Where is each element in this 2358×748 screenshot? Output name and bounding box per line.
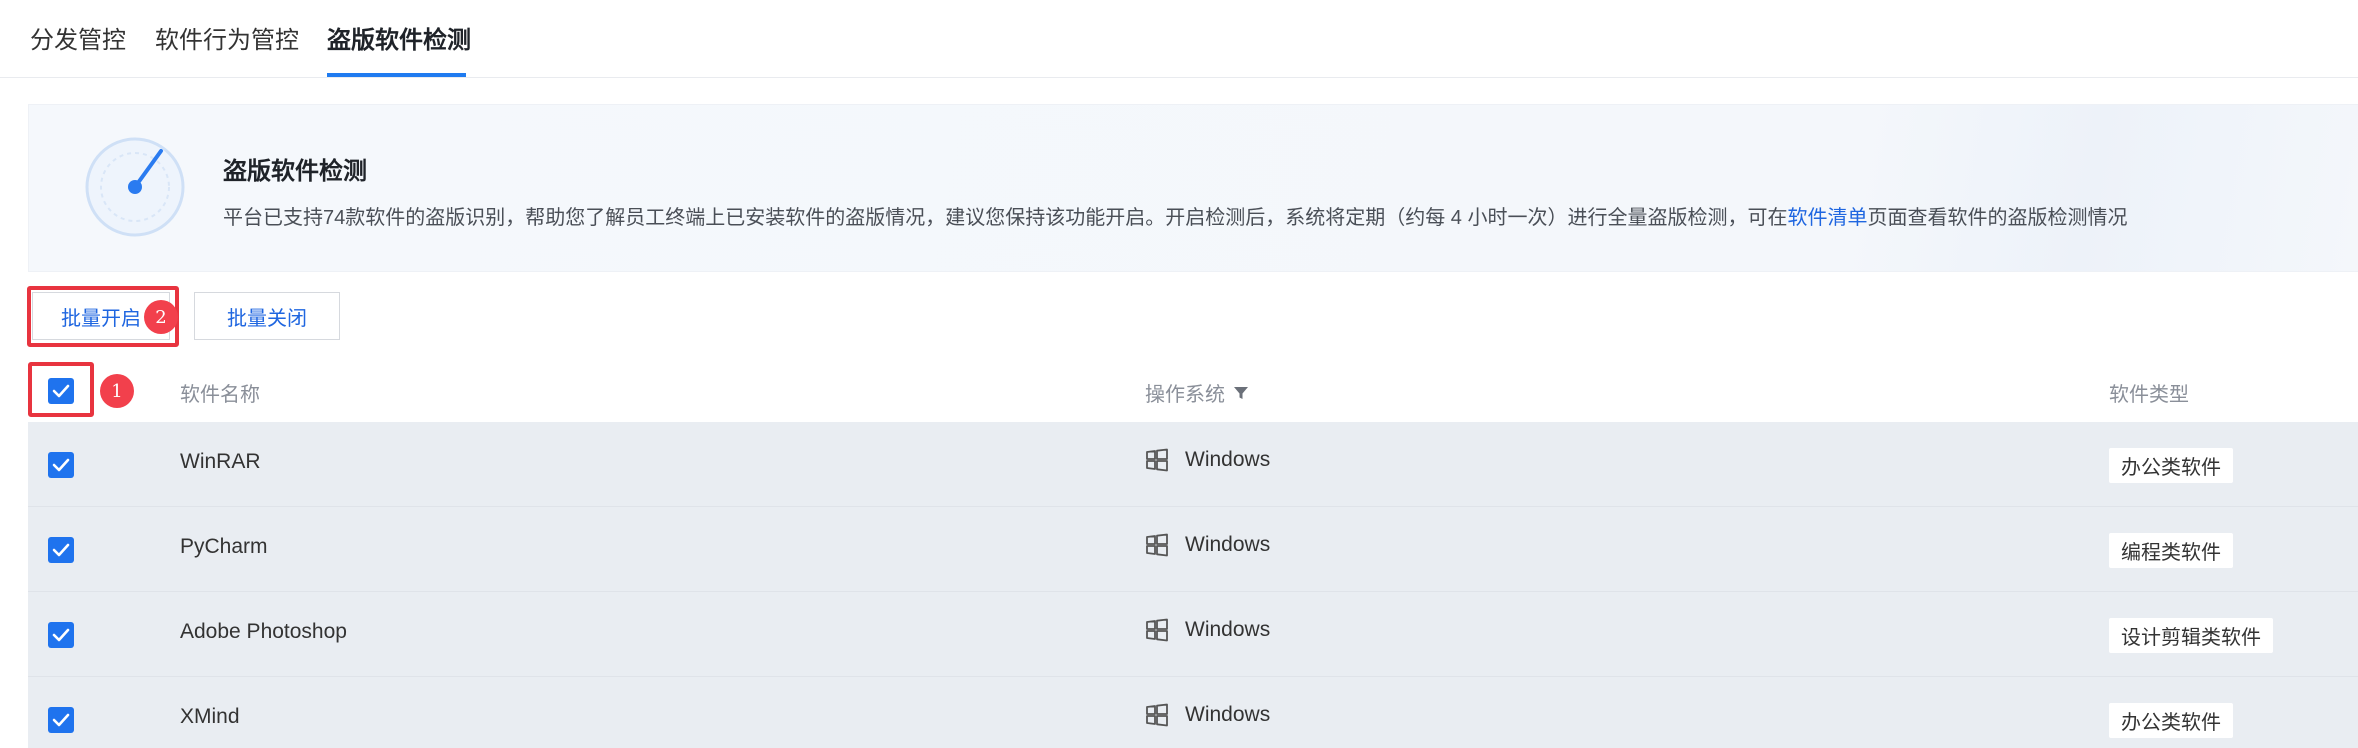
banner-description: 平台已支持74款软件的盗版识别，帮助您了解员工终端上已安装软件的盗版情况，建议您… — [223, 201, 2127, 230]
column-header-os: 操作系统 — [1145, 378, 1249, 407]
table-row[interactable]: XMind Windows 办公类软件 — [28, 677, 2358, 748]
filter-icon[interactable] — [1233, 385, 1249, 401]
tab-bar: 分发管控 软件行为管控 盗版软件检测 — [0, 0, 2358, 78]
os-name: Windows — [1185, 533, 1271, 556]
os-name: Windows — [1185, 703, 1271, 726]
windows-icon — [1146, 533, 1168, 557]
row-checkbox[interactable] — [48, 452, 74, 478]
batch-disable-button[interactable]: 批量关闭 — [194, 292, 340, 340]
row-checkbox[interactable] — [48, 707, 74, 733]
software-type-tag: 设计剪辑类软件 — [2109, 618, 2273, 653]
tab-software-behavior-control[interactable]: 软件行为管控 — [155, 20, 299, 55]
software-name: XMind — [180, 705, 240, 728]
software-name: PyCharm — [180, 535, 268, 558]
software-list-link[interactable]: 软件清单 — [1787, 207, 1867, 229]
banner-desc-tail: 页面查看软件的盗版检测情况 — [1867, 207, 2128, 229]
gauge-icon — [85, 137, 185, 237]
os-cell: Windows — [1145, 618, 1270, 642]
os-name: Windows — [1185, 448, 1271, 471]
column-header-os-label: 操作系统 — [1145, 384, 1225, 406]
os-cell: Windows — [1145, 533, 1270, 557]
table-header: 软件名称 操作系统 软件类型 — [28, 364, 2358, 422]
table-row[interactable]: Adobe Photoshop Windows 设计剪辑类软件 — [28, 592, 2358, 677]
step-1-marker: 1 — [100, 374, 134, 408]
windows-icon — [1146, 703, 1168, 727]
check-icon — [52, 713, 70, 727]
os-cell: Windows — [1145, 703, 1270, 727]
check-icon — [52, 628, 70, 642]
os-cell: Windows — [1145, 448, 1270, 472]
row-checkbox[interactable] — [48, 622, 74, 648]
table-row[interactable]: PyCharm Windows 编程类软件 — [28, 507, 2358, 592]
tab-distribution-control[interactable]: 分发管控 — [30, 20, 126, 55]
software-type-tag: 办公类软件 — [2109, 703, 2233, 738]
highlight-box-select-all — [28, 362, 94, 417]
column-header-name: 软件名称 — [180, 384, 260, 406]
table-row[interactable]: WinRAR Windows 办公类软件 — [28, 422, 2358, 507]
software-name: WinRAR — [180, 450, 261, 473]
software-type-tag: 办公类软件 — [2109, 448, 2233, 483]
info-banner: 盗版软件检测 平台已支持74款软件的盗版识别，帮助您了解员工终端上已安装软件的盗… — [28, 104, 2358, 272]
column-header-type: 软件类型 — [2109, 384, 2189, 406]
step-2-marker: 2 — [144, 300, 178, 334]
software-name: Adobe Photoshop — [180, 620, 347, 643]
banner-desc-text: 平台已支持74款软件的盗版识别，帮助您了解员工终端上已安装软件的盗版情况，建议您… — [223, 207, 1788, 229]
os-name: Windows — [1185, 618, 1271, 641]
windows-icon — [1146, 448, 1168, 472]
software-type-tag: 编程类软件 — [2109, 533, 2233, 568]
banner-title: 盗版软件检测 — [223, 158, 367, 185]
check-icon — [52, 543, 70, 557]
row-checkbox[interactable] — [48, 537, 74, 563]
windows-icon — [1146, 618, 1168, 642]
check-icon — [52, 458, 70, 472]
active-tab-indicator — [327, 73, 466, 77]
tab-piracy-detection[interactable]: 盗版软件检测 — [327, 20, 471, 55]
